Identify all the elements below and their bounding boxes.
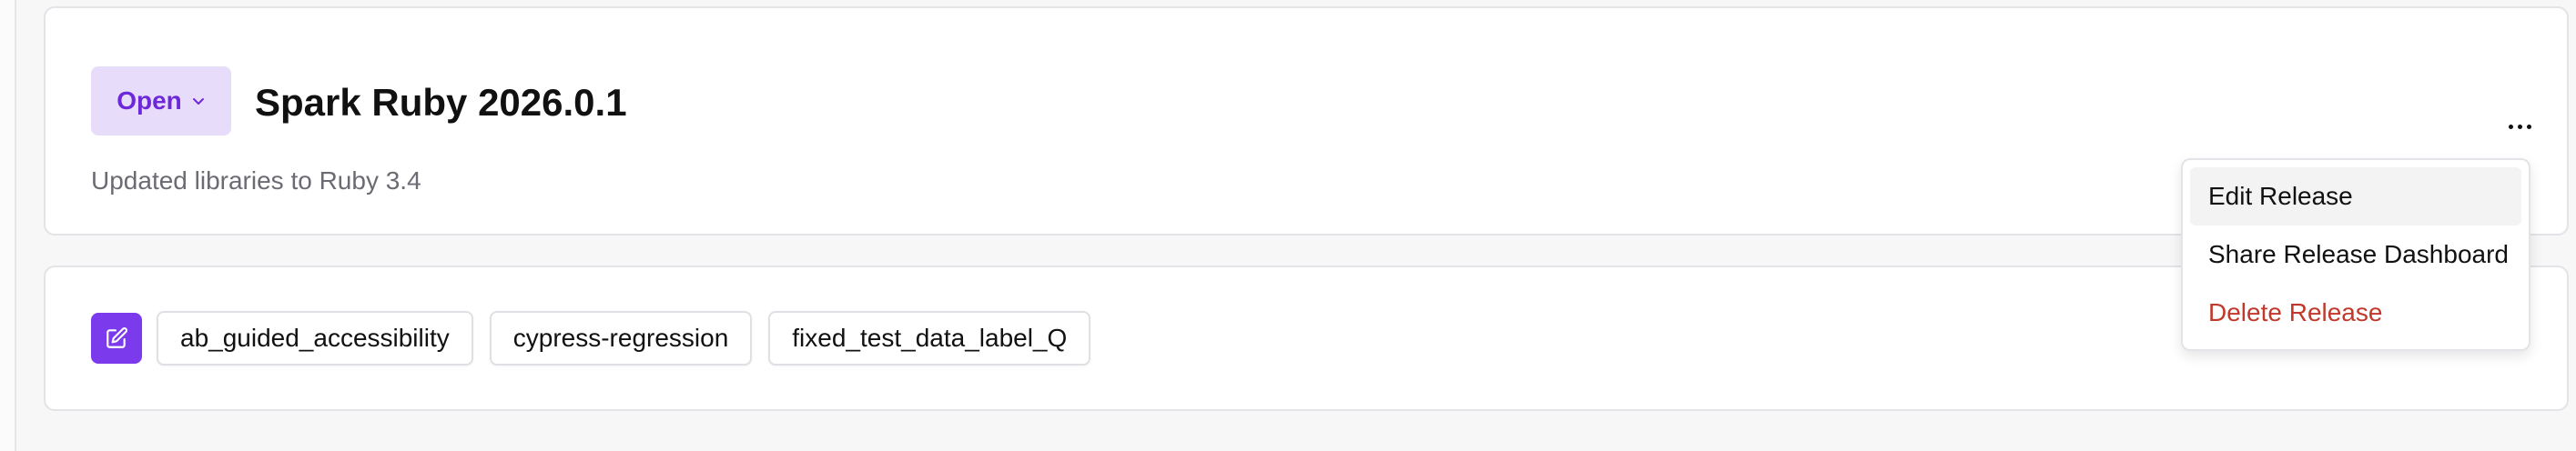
tag-chip[interactable]: fixed_test_data_label_Q bbox=[768, 311, 1091, 366]
tag-chip[interactable]: ab_guided_accessibility bbox=[157, 311, 473, 366]
status-label: Open bbox=[117, 86, 182, 115]
edit-tags-button[interactable] bbox=[91, 313, 142, 364]
tag-list: ab_guided_accessibility cypress-regressi… bbox=[157, 311, 1091, 366]
more-horizontal-icon bbox=[2508, 124, 2531, 129]
release-title: Spark Ruby 2026.0.1 bbox=[255, 81, 627, 124]
release-page: Open Spark Ruby 2026.0.1 Updated librari… bbox=[0, 0, 2576, 451]
menu-item-delete-release[interactable]: Delete Release bbox=[2190, 284, 2521, 342]
more-actions-button[interactable] bbox=[2498, 108, 2541, 145]
release-description: Updated libraries to Ruby 3.4 bbox=[91, 166, 421, 195]
menu-item-edit-release[interactable]: Edit Release bbox=[2190, 167, 2521, 226]
chevron-down-icon bbox=[192, 98, 204, 105]
status-dropdown-button[interactable]: Open bbox=[91, 66, 231, 135]
menu-item-share-release-dashboard[interactable]: Share Release Dashboard bbox=[2190, 226, 2521, 284]
sidebar-edge bbox=[0, 0, 16, 451]
tag-chip[interactable]: cypress-regression bbox=[489, 311, 753, 366]
edit-icon bbox=[106, 327, 127, 348]
release-actions-menu: Edit Release Share Release Dashboard Del… bbox=[2181, 158, 2530, 351]
